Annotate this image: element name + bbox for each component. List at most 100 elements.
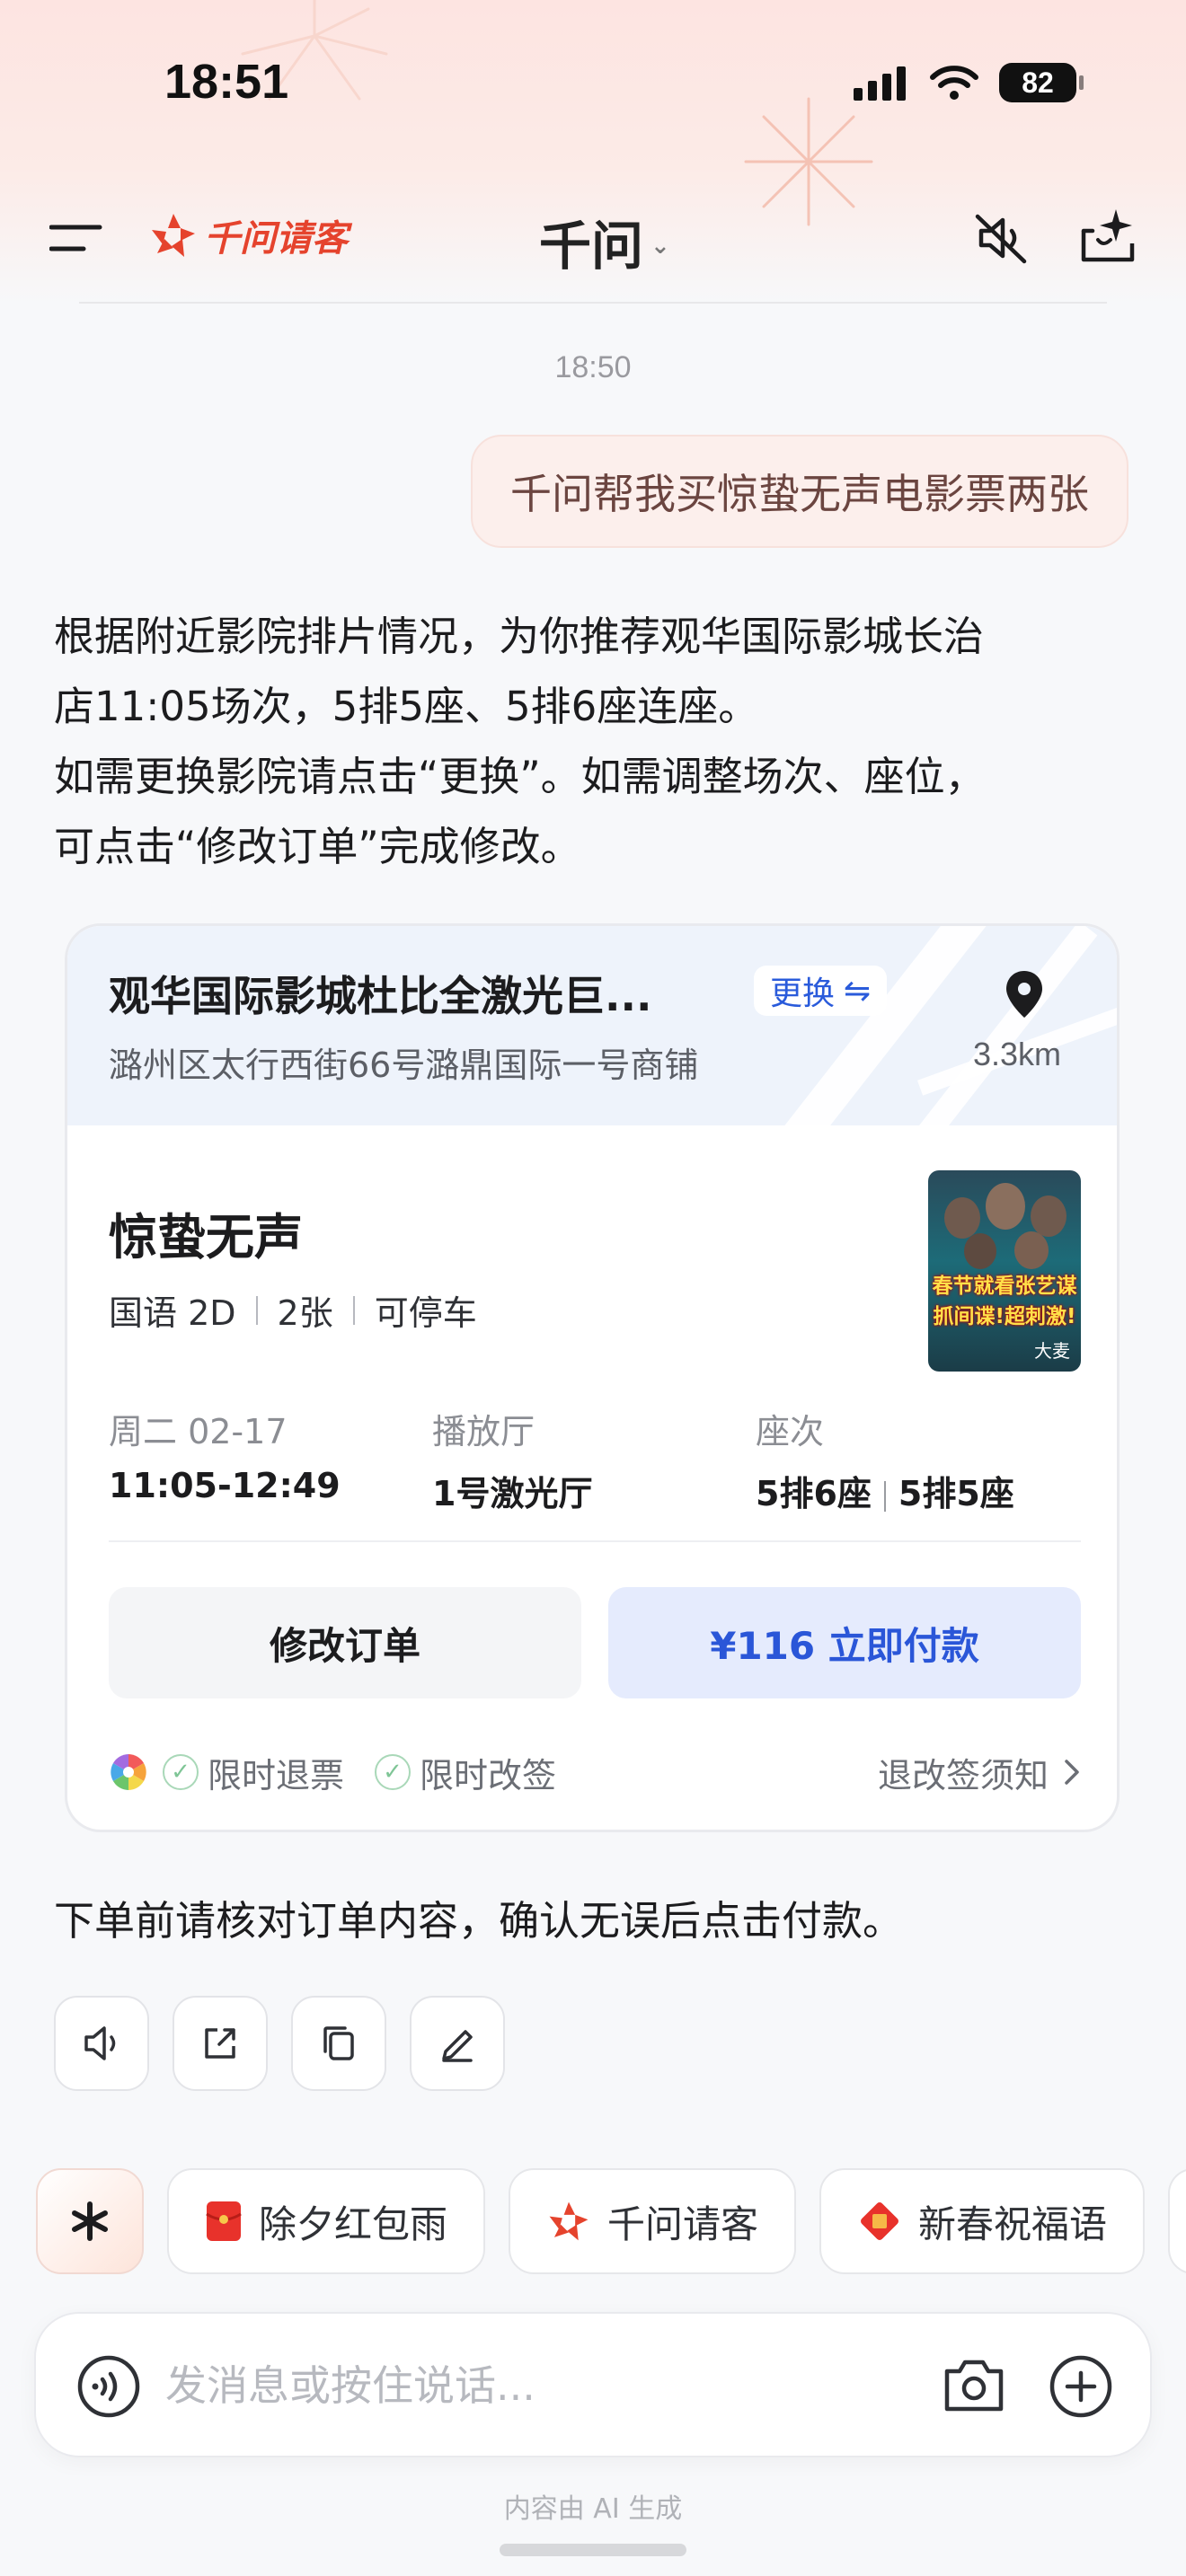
chevron-down-icon: ⌄ [651,233,670,260]
brand-logo[interactable]: 千问请客 [148,209,348,261]
edit-button[interactable] [410,1996,505,2091]
speaker-muted-icon[interactable] [972,209,1030,267]
seat-values: 5排6座 5排5座 [756,1466,1014,1515]
chip-qianwen-treat[interactable]: 千问请客 [509,2168,797,2274]
movie-title: 惊蛰无声 [109,1209,303,1266]
meta-separator [352,1295,355,1325]
skills-button[interactable] [36,2168,144,2274]
hall-info: 播放厅 1号激光厅 [432,1404,592,1515]
poster-line: 抓间谍!超刺激! [933,1305,1076,1328]
share-icon [205,2028,235,2059]
modify-order-button[interactable]: 修改订单 [109,1587,581,1698]
message-timestamp: 18:50 [554,350,632,384]
qianwen-logo-icon [152,214,195,257]
swap-icon: ⇋ [844,972,872,1010]
status-time: 18:51 [164,55,289,109]
battery-indicator: 82 [999,63,1084,102]
copy-icon [323,2026,354,2060]
ai-response-line: 店11:05场次，5排5座、5排6座连座。 [54,683,759,730]
brand-name: 千问请客 [204,218,348,260]
meta-separator [255,1295,258,1325]
poster-line: 春节就看张艺谋 [932,1275,1077,1298]
chip-label: 除夕红包雨 [259,2201,448,2246]
message-actions [54,1996,505,2091]
speaker-icon [84,2026,116,2060]
suggestion-chips: 除夕红包雨 千问请客 新春祝福语 [36,2168,1186,2274]
chip-label: 新春祝福语 [918,2201,1108,2246]
ticket-count: 2张 [277,1293,333,1333]
asterisk-icon [72,2201,108,2241]
new-chat-sparkle-icon[interactable] [1076,204,1141,269]
share-button[interactable] [173,1996,268,2091]
home-indicator[interactable] [500,2544,686,2556]
movie-format: 国语 2D [109,1293,236,1333]
poster-figure [1031,1195,1067,1237]
policy-label: 限时退票 [208,1755,345,1795]
read-aloud-button[interactable] [54,1996,149,2091]
camera-icon[interactable] [942,2355,1006,2414]
poster-logo: 大麦 [1034,1340,1070,1362]
status-icons: 82 [854,63,1084,102]
policy-label: 限时改签 [420,1755,557,1795]
status-bar: 18:51 82 [0,54,1186,117]
message-input[interactable] [165,2350,884,2422]
show-date: 周二 02-17 [109,1412,288,1451]
menu-icon[interactable] [49,220,103,256]
check-circle-icon: ✓ [375,1754,412,1790]
seat-value: 5排6座 [756,1474,872,1513]
user-message-bubble: 千问帮我买惊蛰无声电影票两张 [471,435,1128,548]
voice-input-icon[interactable] [75,2353,142,2420]
ai-response-line: 如需更换影院请点击“更换”。如需调整场次、座位， [54,753,986,800]
show-time-range: 11:05-12:49 [109,1466,341,1505]
model-selector[interactable]: 千问 ⌄ [539,204,670,279]
chip-red-envelope[interactable]: 除夕红包雨 [167,2168,486,2274]
header-divider [79,302,1107,304]
chevron-right-icon [1065,1760,1079,1785]
seat-info: 座次 5排6座 5排5座 [756,1404,1014,1515]
red-envelope-icon [206,2201,242,2241]
check-circle-icon: ✓ [163,1754,199,1790]
seat-separator [883,1480,886,1512]
qianwen-logo-icon [549,2201,589,2241]
signal-icon [854,66,906,101]
ai-disclaimer: 内容由 AI 生成 [503,2493,683,2525]
plus-circle-icon[interactable] [1048,2353,1114,2420]
pay-now-button[interactable]: ¥116 立即付款 [608,1587,1081,1698]
refund-policy-link[interactable]: 退改签须知 [878,1748,1081,1797]
copy-button[interactable] [291,1996,386,2091]
policy-reschedule: ✓ 限时改签 [375,1748,556,1797]
color-wheel-icon [111,1754,146,1790]
hall-value: 1号激光厅 [432,1474,593,1513]
parking-info: 可停车 [374,1293,477,1333]
poster-figure [986,1183,1025,1230]
movie-ticket-card: 观华国际影城杜比全激光巨... 更换 ⇋ 潞州区太行西街66号潞鼎国际一号商铺 … [65,923,1120,1832]
seat-label: 座次 [756,1412,825,1451]
poster-figure [944,1197,980,1239]
chip-overflow[interactable] [1168,2168,1186,2274]
ai-response-line: 根据附近影院排片情况，为你推荐观华国际影城长治 [54,613,985,660]
hall-label: 播放厅 [432,1412,535,1451]
chip-new-year-wishes[interactable]: 新春祝福语 [819,2168,1146,2274]
change-cinema-button[interactable]: 更换 ⇋ [754,966,888,1016]
poster-figure [964,1233,996,1269]
message-composer [34,2312,1152,2457]
change-label: 更换 [770,975,836,1012]
cinema-address: 潞州区太行西街66号潞鼎国际一号商铺 [109,1045,699,1085]
cinema-header[interactable]: 观华国际影城杜比全激光巨... 更换 ⇋ 潞州区太行西街66号潞鼎国际一号商铺 … [67,926,1117,1125]
fu-icon [861,2202,899,2240]
pen-icon [442,2030,473,2062]
seat-value: 5排5座 [898,1474,1014,1513]
top-nav: 千问请客 千问 ⌄ [0,193,1186,283]
confirm-prompt: 下单前请核对订单内容，确认无误后点击付款。 [54,1897,904,1945]
showtime-info: 周二 02-17 11:05-12:49 [109,1404,341,1505]
location-pin-icon [1006,971,1042,1018]
cinema-distance: 3.3km [973,1036,1062,1072]
policy-link-label: 退改签须知 [877,1755,1049,1795]
movie-poster[interactable]: 春节就看张艺谋 抓间谍!超刺激! 大麦 [928,1170,1081,1372]
policy-refund: ✓ 限时退票 [163,1748,344,1797]
chip-label: 千问请客 [607,2201,759,2246]
ai-response-line: 可点击“修改订单”完成修改。 [54,823,581,870]
cinema-name: 观华国际影城杜比全激光巨... [109,972,652,1020]
movie-meta: 国语 2D 2张 可停车 [109,1285,477,1335]
poster-figure [1014,1231,1049,1269]
